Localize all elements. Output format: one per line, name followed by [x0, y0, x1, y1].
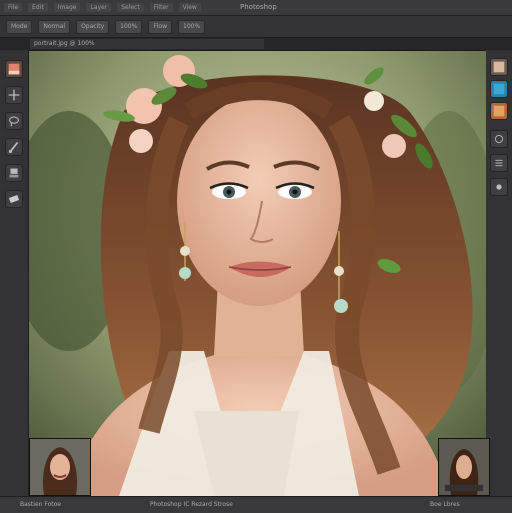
flow-label: Flow: [148, 19, 173, 34]
menu-layer[interactable]: Layer: [86, 3, 112, 12]
color-swatch-icon[interactable]: [490, 80, 508, 98]
flow-input[interactable]: 100%: [178, 19, 206, 34]
menu-filter[interactable]: Filter: [149, 3, 173, 12]
menu-view[interactable]: View: [178, 3, 201, 12]
stamp-icon[interactable]: [5, 164, 23, 182]
properties-icon[interactable]: [490, 154, 508, 172]
menu-select[interactable]: Select: [117, 3, 144, 12]
status-center-text: Photoshop IC Rezard Strose: [150, 501, 233, 508]
app-title: Photoshop: [240, 3, 277, 11]
document-tab[interactable]: portrait.jpg @ 100%: [30, 39, 264, 49]
left-toolbar: [0, 50, 29, 496]
brush-icon[interactable]: [5, 138, 23, 156]
adjustments-icon[interactable]: [490, 102, 508, 120]
image-thumb-icon[interactable]: [5, 60, 23, 78]
options-bar: Mode Normal Opacity 100% Flow 100%: [0, 16, 512, 38]
lasso-icon[interactable]: [5, 112, 23, 130]
blend-mode-select[interactable]: Normal: [38, 19, 71, 34]
right-toolbar: [485, 50, 512, 496]
portrait-photo: [29, 51, 486, 496]
menu-image[interactable]: Image: [53, 3, 81, 12]
channels-icon[interactable]: [490, 178, 508, 196]
layers-icon[interactable]: [490, 58, 508, 76]
history-icon[interactable]: [490, 130, 508, 148]
status-right-text: Boe Lbres: [430, 501, 460, 508]
document-tab-bar: portrait.jpg @ 100%: [0, 38, 512, 51]
layer-thumbnail-right[interactable]: [438, 438, 490, 496]
opacity-input[interactable]: 100%: [115, 19, 143, 34]
move-icon[interactable]: [5, 86, 23, 104]
menu-bar: File Edit Image Layer Select Filter View…: [0, 0, 512, 16]
mode-label: Mode: [6, 19, 33, 34]
document-canvas[interactable]: [29, 51, 486, 496]
status-bar: Bastien Fotoe Photoshop IC Rezard Strose…: [0, 496, 512, 513]
layer-thumbnail-left[interactable]: [29, 438, 91, 496]
opacity-label: Opacity: [76, 19, 110, 34]
eraser-icon[interactable]: [5, 190, 23, 208]
status-left-text: Bastien Fotoe: [20, 501, 61, 508]
menu-edit[interactable]: Edit: [28, 3, 48, 12]
menu-file[interactable]: File: [4, 3, 23, 12]
